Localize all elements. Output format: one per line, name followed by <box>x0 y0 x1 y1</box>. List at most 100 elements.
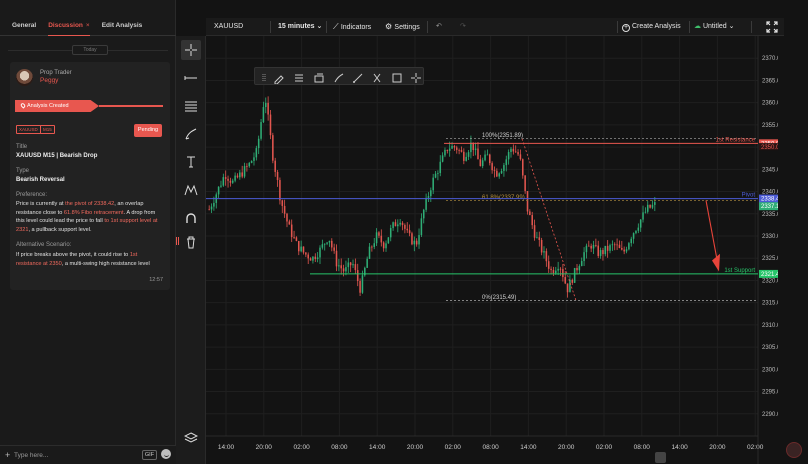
tab-discussion[interactable]: Discussion × <box>48 18 90 36</box>
candle-body <box>628 243 630 250</box>
candle-body <box>437 173 439 174</box>
candle-body <box>387 237 390 244</box>
candle-body <box>302 246 305 253</box>
gif-button[interactable]: GIF <box>142 450 157 460</box>
pattern-tool[interactable] <box>181 180 201 200</box>
candle-body <box>427 196 430 198</box>
close-icon[interactable]: × <box>86 22 90 29</box>
line-style-icon[interactable] <box>293 71 305 83</box>
candle-body <box>316 257 319 260</box>
candle-body <box>503 165 505 171</box>
candle-body <box>632 233 635 239</box>
candle-body <box>599 250 602 256</box>
assistant-icon[interactable] <box>786 442 802 458</box>
x-tick-label: 14:00 <box>369 444 386 451</box>
delete-tool[interactable] <box>181 232 201 252</box>
brush-tool[interactable] <box>181 124 201 144</box>
candle-body <box>352 264 354 266</box>
fullscreen-icon[interactable] <box>766 21 778 33</box>
candle-body <box>588 245 590 247</box>
x-tick-label: 08:00 <box>331 444 348 451</box>
template-icon[interactable] <box>313 71 325 83</box>
candle-body <box>514 151 517 153</box>
candle-body <box>382 242 385 249</box>
panel-resize-handle[interactable] <box>176 237 179 245</box>
x-tick-label: 20:00 <box>256 444 273 451</box>
candle-body <box>505 159 508 166</box>
candle-body <box>290 224 293 238</box>
chart-canvas[interactable]: 2290.00 2295.00 2300.00 2305.00 2310.00 2315.… <box>206 36 778 464</box>
grip-icon[interactable] <box>258 71 270 83</box>
candle-body <box>611 244 614 246</box>
candle-body <box>500 170 503 174</box>
crosshair-tool[interactable] <box>181 40 201 60</box>
x-tick-label: 02:00 <box>747 444 764 451</box>
rectangle-icon[interactable] <box>391 71 403 83</box>
candle-body <box>524 175 526 192</box>
type-label: Type <box>16 168 30 174</box>
candle-body <box>498 173 500 177</box>
candle-body <box>569 279 571 293</box>
create-analysis-button[interactable]: + Create Analysis <box>622 18 681 36</box>
candle-body <box>399 222 401 225</box>
app-window: General Discussion × Edit Analysis Today … <box>0 0 808 464</box>
chevron-down-icon: ⌄ <box>314 23 323 30</box>
candle-body <box>418 235 420 245</box>
lock-icon[interactable] <box>371 71 383 83</box>
undo-icon[interactable]: ↶ <box>436 18 442 36</box>
candle-body <box>446 149 449 151</box>
message-input[interactable] <box>14 450 134 461</box>
author-name[interactable]: Peggy <box>40 77 58 84</box>
candle-body <box>262 107 265 123</box>
magnet-tool[interactable] <box>181 208 201 228</box>
indicators-icon: ⟋ <box>333 22 341 31</box>
symbol-label[interactable]: XAUUSD <box>214 18 243 36</box>
emoji-icon[interactable] <box>161 449 171 459</box>
candle-body <box>373 243 376 247</box>
level-name: 1st Support <box>724 268 755 274</box>
plus-icon[interactable]: + <box>5 450 10 460</box>
tab-edit-analysis[interactable]: Edit Analysis <box>102 18 143 36</box>
candle-body <box>616 244 618 246</box>
candle-body <box>484 154 486 161</box>
redo-icon[interactable]: ↷ <box>460 18 466 36</box>
candle-body <box>425 197 427 210</box>
layers-tool[interactable] <box>181 428 201 448</box>
lightbulb-icon[interactable] <box>655 452 666 463</box>
interval-dropdown[interactable]: 15 minutes ⌄ <box>278 18 322 36</box>
candle-body <box>517 152 519 155</box>
candle-body <box>486 154 489 156</box>
status-badge[interactable]: Pending <box>134 124 162 137</box>
pencil-icon[interactable] <box>273 71 285 85</box>
chevron-down-icon: ⌄ <box>726 23 735 30</box>
indicators-button[interactable]: ⟋ Indicators <box>333 18 371 36</box>
candle-body <box>510 148 512 153</box>
y-tick-label: 2335.00 <box>762 212 778 218</box>
candle-body <box>637 227 640 231</box>
candle-body <box>213 202 215 207</box>
y-tick-label: 2295.00 <box>762 390 778 396</box>
trendline-tool[interactable] <box>181 68 201 88</box>
fib-tool[interactable] <box>181 96 201 116</box>
candle-body <box>260 122 262 139</box>
candle-body <box>533 225 536 238</box>
ray-icon[interactable] <box>352 71 364 83</box>
price-chart[interactable]: 2290.00 2295.00 2300.00 2305.00 2310.00 2315.… <box>206 36 778 464</box>
text-tool[interactable] <box>181 152 201 172</box>
candle-body <box>241 172 243 177</box>
candle-body <box>422 209 425 219</box>
candle-body <box>493 170 496 172</box>
tab-general[interactable]: General <box>12 18 36 36</box>
layout-name-dropdown[interactable]: ☁ Untitled ⌄ <box>694 18 735 36</box>
candle-body <box>606 245 609 251</box>
candle-body <box>562 269 564 278</box>
drawing-float-toolbar <box>254 67 424 85</box>
settings-button[interactable]: ⚙ Settings <box>385 18 420 36</box>
candle-body <box>512 148 515 152</box>
crosshair-icon[interactable] <box>410 71 422 83</box>
candle-body <box>555 270 557 274</box>
tab-general-label: General <box>12 22 37 29</box>
candle-body <box>354 264 357 271</box>
brush-icon[interactable] <box>333 71 345 83</box>
divider <box>326 21 327 33</box>
